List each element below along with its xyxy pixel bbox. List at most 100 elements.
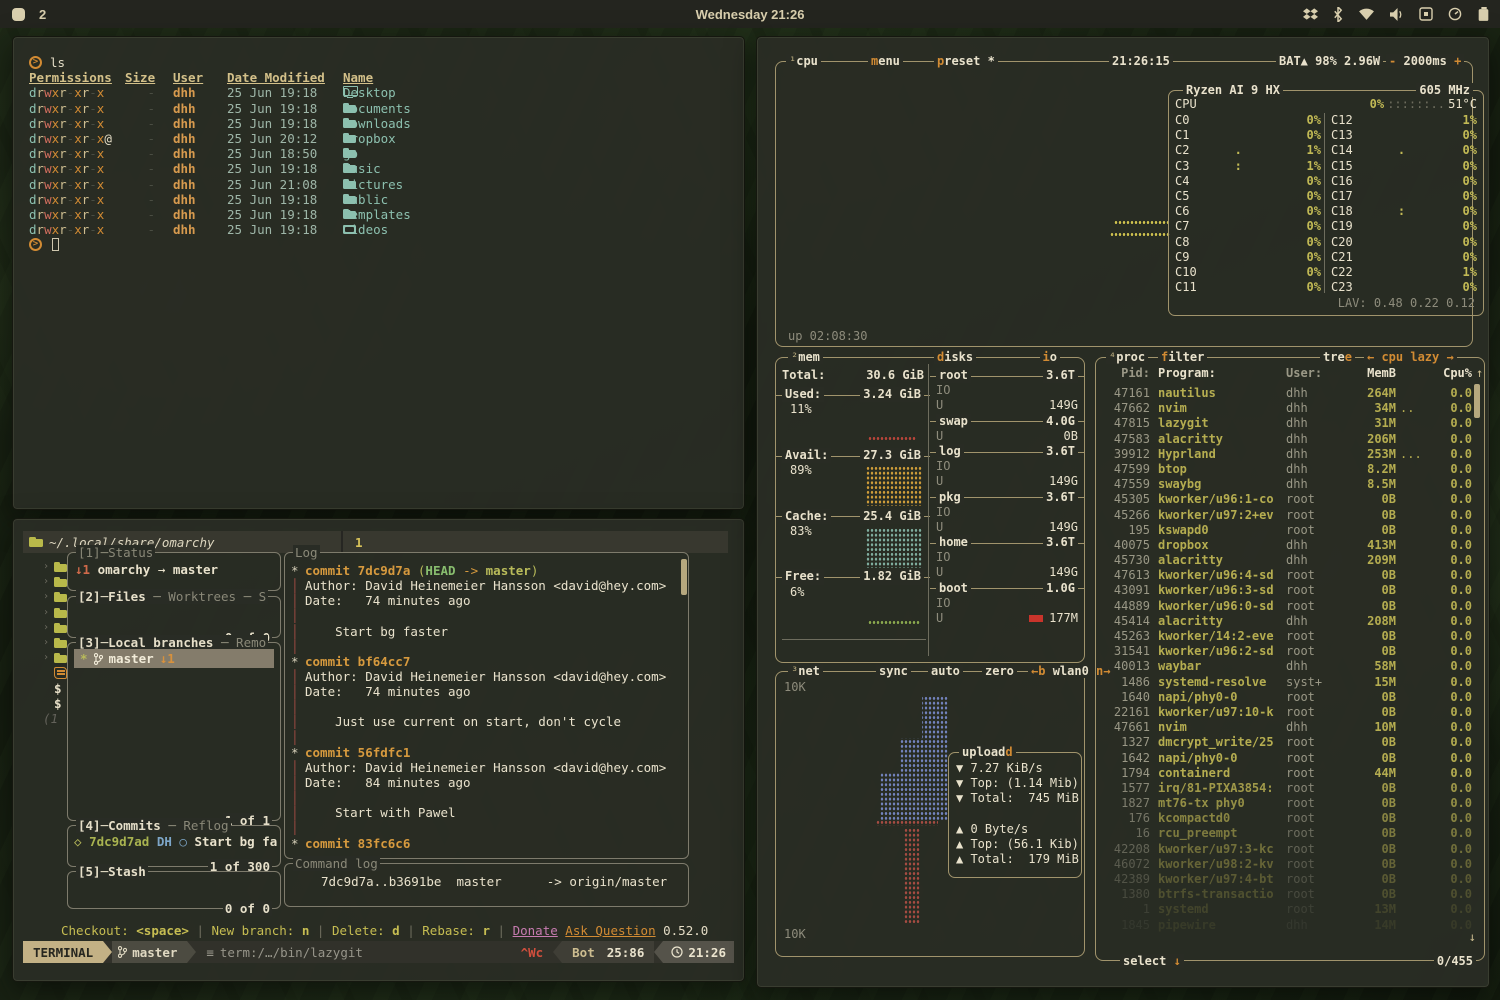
clock[interactable]: Wednesday 21:26 (0, 7, 1500, 22)
table-row[interactable]: drwxr-xr-x-dhh25 Jun 19:18Music (29, 161, 734, 176)
gauge-icon[interactable] (1448, 7, 1462, 21)
file-name[interactable]: Dropbox (343, 131, 396, 146)
proc-tree-toggle[interactable]: tree (1320, 350, 1355, 364)
keybind-key[interactable]: <space> (136, 923, 189, 938)
process-row[interactable]: 47599btopdhh8.2M0.0 (1102, 462, 1464, 477)
process-row[interactable]: 42389kworker/u97:4-btroot0B0.0 (1102, 872, 1464, 887)
process-row[interactable]: 1642napi/phy0-0root0B0.0 (1102, 751, 1464, 766)
lazygit-window[interactable]: ~/.local/share/omarchy 1 ›››››››$$(1 [1]… (12, 518, 745, 982)
menu-button[interactable]: menu (868, 54, 903, 68)
keybind-label[interactable]: Delete: (332, 923, 392, 938)
process-row[interactable]: 39912Hyprlanddhh253M...0.0 (1102, 447, 1464, 462)
terminal-window-ls[interactable]: > ls PermissionsSizeUserDate ModifiedNam… (12, 36, 745, 510)
cpu-box[interactable]: ¹cpu menu preset * 21:26:15 BAT▲ 98% 2.9… (775, 61, 1473, 347)
commit-line[interactable]: *commit 83fc6c6 (291, 836, 684, 851)
dropbox-icon[interactable] (1303, 7, 1318, 21)
table-row[interactable]: drwxr-xr-x-dhh25 Jun 19:18Downloads (29, 116, 734, 131)
process-row[interactable]: 1systemdroot13M0.0 (1102, 902, 1464, 917)
file-name[interactable]: Desktop (343, 85, 396, 100)
process-row[interactable]: 176kcompactd0root0B0.0 (1102, 811, 1464, 826)
process-row[interactable]: 1327dmcrypt_write/25root0B0.0 (1102, 735, 1464, 750)
file-name[interactable]: Templates (343, 207, 411, 222)
process-row[interactable]: 1380btrfs-transactioroot0B0.0 (1102, 887, 1464, 902)
process-row[interactable]: 1486systemd-resolvesyst+15M0.0 (1102, 675, 1464, 690)
table-row[interactable]: drwxr-xr-x-dhh25 Jun 19:18Videos (29, 222, 734, 237)
proc-select-hint[interactable]: select ↓ (1120, 954, 1184, 968)
commit-line[interactable]: *commit bf64cc7 (291, 654, 684, 669)
table-row[interactable]: drwxr-xr-x-dhh25 Jun 19:18Templates (29, 207, 734, 222)
table-row[interactable]: drwxr-xr-x-dhh25 Jun 19:18Documents (29, 101, 734, 116)
process-row[interactable]: 16rcu_preemptroot0B0.0 (1102, 826, 1464, 841)
battery-icon[interactable] (1477, 7, 1490, 22)
net-zero-toggle[interactable]: zero (982, 664, 1017, 678)
update-interval[interactable]: - 2000ms + (1386, 54, 1464, 68)
file-name[interactable]: go (343, 146, 358, 161)
table-row[interactable]: drwxr-xr-x-dhh25 Jun 19:18Public (29, 192, 734, 207)
keybind-label[interactable]: Rebase: (422, 923, 482, 938)
file-name[interactable]: Pictures (343, 177, 403, 192)
files-panel[interactable]: [2]─Files ─ Worktrees ─ S 0 of 0 (67, 596, 281, 638)
process-row[interactable]: 1794containerdroot44M0.0 (1102, 766, 1464, 781)
log-panel[interactable]: Log *commit 7dc9d7a (HEAD -> master)│Aut… (284, 552, 689, 859)
process-row[interactable]: 1640napi/phy0-0root0B0.0 (1102, 690, 1464, 705)
tab-number[interactable]: 1 (355, 535, 363, 550)
process-row[interactable]: 47815lazygitdhh31M0.0 (1102, 416, 1464, 431)
table-row[interactable]: drwxr-xr-x-dhh25 Jun 21:08Pictures (29, 177, 734, 192)
mem-box[interactable]: ²mem disks io Total:30.6 GiB Used:3.24 G… (775, 357, 1085, 663)
donate-link[interactable]: Donate (513, 923, 558, 938)
process-row[interactable]: 40075dropboxdhh413M0.0 (1102, 538, 1464, 553)
process-row[interactable]: 47583alacrittydhh206M0.0 (1102, 432, 1464, 447)
ask-question-link[interactable]: Ask Question (565, 923, 655, 938)
commit-line[interactable]: *commit 7dc9d7a (HEAD -> master) (291, 563, 684, 578)
proc-scrollbar[interactable] (1474, 384, 1480, 418)
file-name[interactable]: Public (343, 192, 388, 207)
process-row[interactable]: 195kswapd0root0B0.0 (1102, 523, 1464, 538)
stash-panel[interactable]: [5]─Stash 0 of 0 (67, 871, 281, 909)
file-name[interactable]: Music (343, 161, 381, 176)
preset-button[interactable]: preset * (934, 54, 998, 68)
selected-branch-row[interactable]: * master ↓1 (74, 649, 274, 668)
volume-icon[interactable] (1390, 8, 1404, 21)
process-row[interactable]: 47559swaybgdhh8.5M0.0 (1102, 477, 1464, 492)
keybind-key[interactable]: d (392, 923, 400, 938)
process-row[interactable]: 47161nautilusdhh264M0.0 (1102, 386, 1464, 401)
log-scrollbar[interactable] (681, 559, 687, 595)
net-auto-toggle[interactable]: auto (928, 664, 963, 678)
process-row[interactable]: 45266kworker/u97:2+evroot0B0.0 (1102, 508, 1464, 523)
commit-line[interactable]: *commit 56fdfc1 (291, 745, 684, 760)
status-panel[interactable]: [1]─Status ↓1 omarchy → master (67, 552, 281, 591)
process-row[interactable]: 45414alacrittydhh208M0.0 (1102, 614, 1464, 629)
bluetooth-icon[interactable] (1333, 7, 1343, 22)
process-row[interactable]: 42208kworker/u97:3-kcroot0B0.0 (1102, 842, 1464, 857)
net-sync-toggle[interactable]: sync (876, 664, 911, 678)
screencast-icon[interactable] (1419, 7, 1433, 21)
process-row[interactable]: 1577irq/81-PIXA3854:root0B0.0 (1102, 781, 1464, 796)
keybind-label[interactable]: Checkout: (61, 923, 136, 938)
prompt-line-2[interactable]: > (29, 237, 734, 252)
process-row[interactable]: 47661nvimdhh10M0.0 (1102, 720, 1464, 735)
branches-panel[interactable]: [3]─Local branches ─ Remo * master ↓1 1 … (67, 642, 281, 821)
table-row[interactable]: drwxr-xr-x-dhh25 Jun 18:50go (29, 146, 734, 161)
process-row[interactable]: 1845pipewiredhh14M0.0 (1102, 918, 1464, 933)
wifi-icon[interactable] (1358, 8, 1375, 21)
proc-box[interactable]: ⁴proc filter tree ← cpu lazy → Pid: Prog… (1095, 357, 1485, 961)
file-name[interactable]: Videos (343, 222, 388, 237)
table-row[interactable]: drwxr-xr-x-dhh25 Jun 19:18Desktop (29, 85, 734, 100)
keybind-label[interactable]: New branch: (212, 923, 302, 938)
process-row[interactable]: 43091kworker/u96:3-sdroot0B0.0 (1102, 583, 1464, 598)
btop-window[interactable]: ¹cpu menu preset * 21:26:15 BAT▲ 98% 2.9… (756, 36, 1490, 988)
process-row[interactable]: 47613kworker/u96:4-sdroot0B0.0 (1102, 568, 1464, 583)
proc-filter-button[interactable]: filter (1158, 350, 1207, 364)
proc-sort-selector[interactable]: ← cpu lazy → (1364, 350, 1457, 364)
process-row[interactable]: 45730alacrittydhh209M0.0 (1102, 553, 1464, 568)
commits-panel[interactable]: [4]─Commits ─ Reflog ◇ 7dc9d7ad DH ○ Sta… (67, 825, 281, 867)
file-name[interactable]: Documents (343, 101, 411, 116)
process-row[interactable]: 45263kworker/14:2-everoot0B0.0 (1102, 629, 1464, 644)
keybind-key[interactable]: r (483, 923, 491, 938)
process-row[interactable]: 44889kworker/u96:0-sdroot0B0.0 (1102, 599, 1464, 614)
table-row[interactable]: drwxr-xr-x@-dhh25 Jun 20:12Dropbox (29, 131, 734, 146)
file-name[interactable]: Downloads (343, 116, 411, 131)
process-row[interactable]: 45305kworker/u96:1-coroot0B0.0 (1102, 492, 1464, 507)
process-row[interactable]: 47662nvimdhh34M..0.0 (1102, 401, 1464, 416)
net-box[interactable]: ³net sync auto zero ←b wlan0 n→ 10K 10K … (775, 671, 1085, 957)
